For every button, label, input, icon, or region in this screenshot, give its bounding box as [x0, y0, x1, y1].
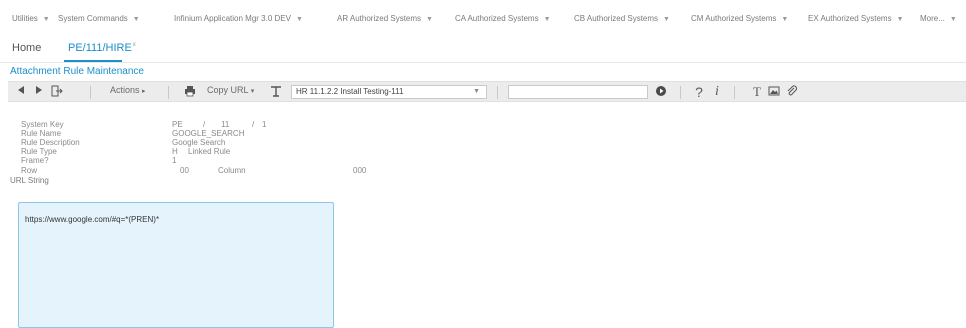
rule-description-label: Rule Description	[21, 138, 80, 147]
system-key-separator: /	[203, 120, 206, 129]
frame-value: 1	[172, 156, 177, 165]
column-label: Column	[218, 166, 246, 175]
column-value: 000	[353, 166, 367, 175]
system-key-value-3: 1	[262, 120, 267, 129]
system-key-value-2: 11	[221, 120, 230, 129]
rule-description-value: Google Search	[172, 138, 226, 147]
frame-label: Frame?	[21, 156, 49, 165]
rule-type-description: Linked Rule	[188, 147, 231, 156]
row-value: 00	[180, 166, 189, 175]
url-string-label: URL String	[10, 176, 49, 185]
url-string-value: https://www.google.com/#q=*(PREN)*	[25, 215, 160, 224]
url-string-textarea[interactable]: https://www.google.com/#q=*(PREN)*	[18, 202, 334, 328]
rule-name-value: GOOGLE_SEARCH	[172, 129, 245, 138]
system-key-label: System Key	[21, 120, 64, 129]
rule-type-label: Rule Type	[21, 147, 57, 156]
system-key-separator: /	[252, 120, 255, 129]
system-key-value-1: PE	[172, 120, 183, 129]
row-label: Row	[21, 166, 38, 175]
rule-name-label: Rule Name	[21, 129, 62, 138]
rule-type-value: H	[172, 147, 178, 156]
